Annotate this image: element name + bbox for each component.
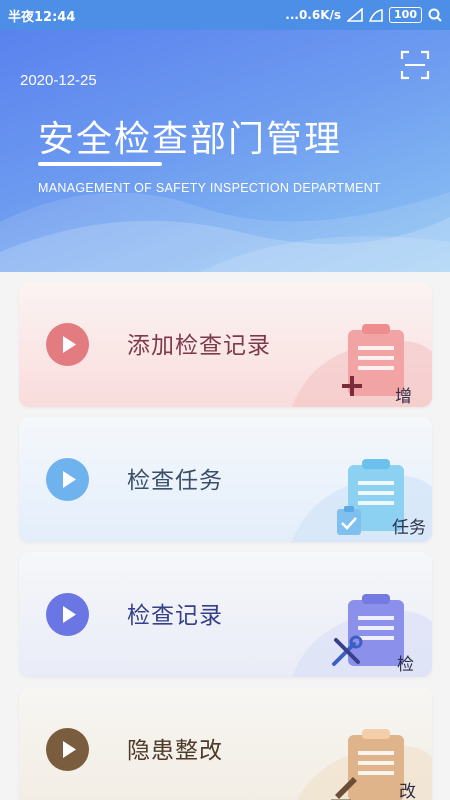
battery-icon: 100 [389,7,422,23]
play-icon [46,323,89,366]
card-hazard-rectification[interactable]: 隐患整改 改 [19,687,432,800]
scan-icon[interactable] [400,50,430,80]
card-label: 隐患整改 [127,738,223,764]
plus-icon [342,376,362,396]
card-label: 添加检查记录 [127,333,271,359]
check-clipboard-icon [337,506,361,535]
status-bar: 半夜12:44 ...0.6K/s 100 [0,0,450,30]
header-date: 2020-12-25 [20,72,97,89]
tools-icon [332,635,363,666]
header-banner: 2020-12-25 安全检查部门管理 MANAGEMENT OF SAFETY… [0,30,450,272]
card-inspection-record[interactable]: 检查记录 检 [19,552,432,677]
play-icon [46,728,89,771]
card-add-record[interactable]: 添加检查记录 增 [19,282,432,407]
network-speed: ...0.6K/s [285,8,342,22]
status-time: 半夜12:44 [8,9,76,25]
signal-icon [347,8,363,22]
page-subtitle: MANAGEMENT OF SAFETY INSPECTION DEPARTME… [38,181,381,195]
title-underline [38,162,162,166]
page-title: 安全检查部门管理 [38,119,343,160]
card-corner-text: 改 [399,782,416,800]
card-corner-text: 检 [397,655,414,675]
play-icon [46,458,89,501]
play-icon [46,593,89,636]
card-label: 检查记录 [127,603,223,629]
card-corner-text: 任务 [392,518,426,538]
card-corner-text: 增 [395,387,412,407]
wifi-icon [369,9,383,22]
edit-icon [331,777,357,800]
card-label: 检查任务 [127,468,223,494]
search-icon [428,8,442,22]
card-inspection-task[interactable]: 检查任务 任务 [19,417,432,542]
